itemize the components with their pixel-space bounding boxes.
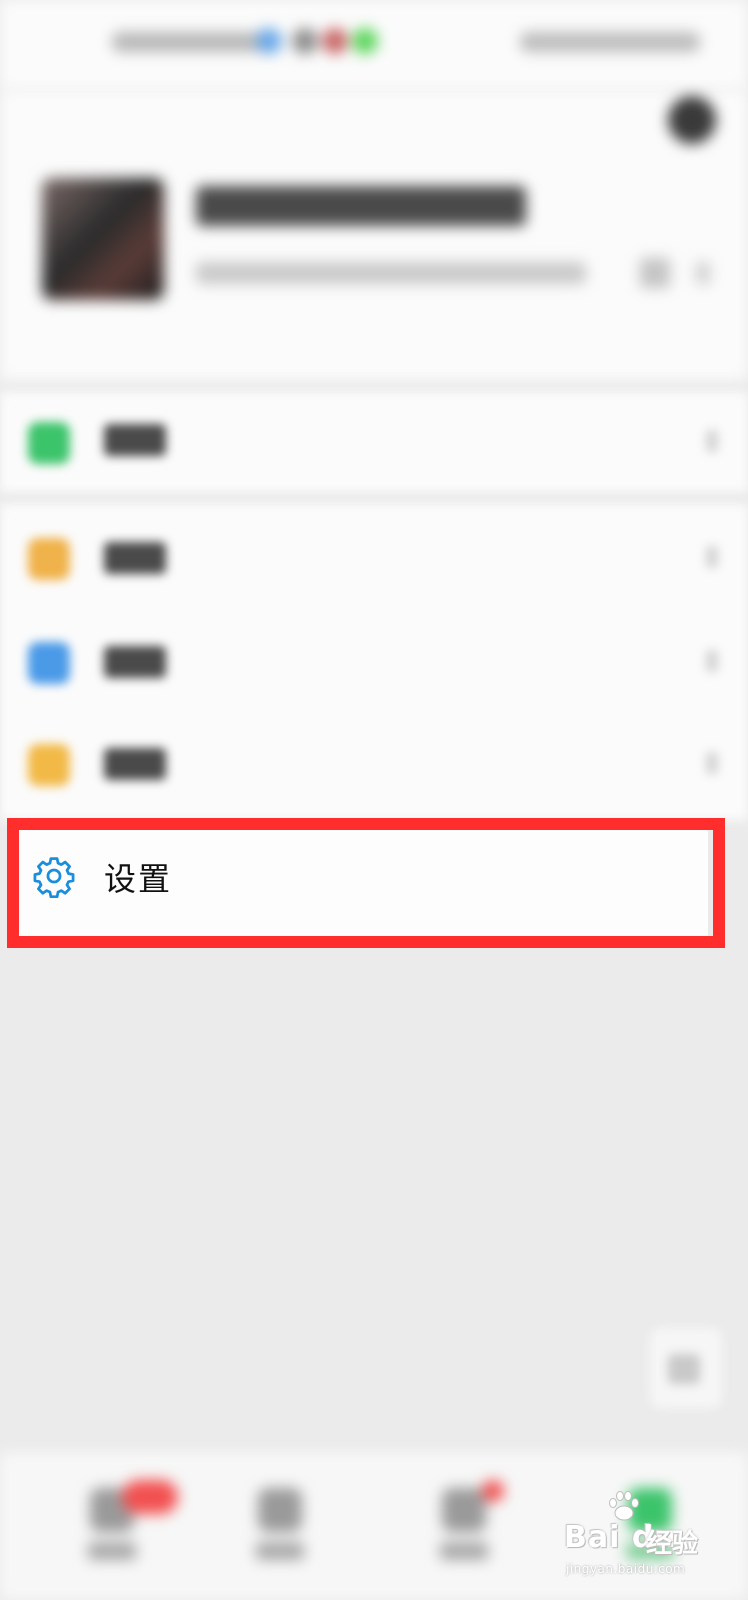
chevron-right-icon (696, 262, 710, 284)
chevron-right-icon (706, 430, 718, 452)
discover-icon (442, 1488, 486, 1532)
menu-item-settings[interactable]: 设置 (14, 826, 708, 936)
contacts-icon (258, 1488, 302, 1532)
album-icon (28, 642, 70, 684)
watermark-url: jingyan.baidu.com (566, 1562, 686, 1576)
status-icon-blue (256, 28, 282, 54)
tab-discover[interactable] (412, 1480, 512, 1580)
gear-icon (33, 857, 75, 898)
qr-code-icon[interactable] (640, 258, 670, 288)
menu-item-favorites[interactable] (0, 504, 748, 610)
tab-chats-label (88, 1542, 136, 1560)
chevron-right-icon (706, 650, 718, 672)
menu-item-album[interactable] (0, 608, 748, 714)
menu-section-content (0, 504, 748, 820)
status-icon-gray (292, 28, 318, 54)
pay-icon (28, 422, 70, 464)
status-bar (0, 0, 748, 90)
status-indicators (520, 32, 700, 52)
status-icon-green (352, 28, 378, 54)
tab-discover-label (440, 1542, 488, 1560)
unread-badge (122, 1480, 178, 1514)
profile-account-id (196, 262, 586, 284)
edit-icon (668, 1354, 700, 1384)
tab-contacts[interactable] (228, 1480, 328, 1580)
favorites-icon (28, 538, 70, 580)
menu-item-stickers[interactable] (0, 710, 748, 816)
menu-item-favorites-label (104, 542, 166, 574)
chevron-right-icon (706, 546, 718, 568)
avatar[interactable] (42, 178, 164, 300)
status-icon-red (322, 28, 348, 54)
stickers-icon (28, 744, 70, 786)
menu-item-settings-label: 设置 (104, 860, 173, 898)
menu-item-album-label (104, 646, 166, 678)
menu-item-pay-label (104, 424, 166, 456)
menu-item-pay[interactable] (0, 392, 748, 492)
watermark-jingyan: 经验 (646, 1529, 699, 1559)
new-dot-badge (482, 1480, 504, 1502)
tab-chats[interactable] (60, 1480, 178, 1580)
menu-section-services (0, 392, 748, 492)
menu-item-stickers-label (104, 748, 166, 780)
chevron-right-icon (706, 752, 718, 774)
status-time (112, 32, 272, 52)
tab-contacts-label (256, 1542, 304, 1560)
camera-icon[interactable] (668, 96, 716, 144)
profile-nickname (196, 186, 526, 226)
